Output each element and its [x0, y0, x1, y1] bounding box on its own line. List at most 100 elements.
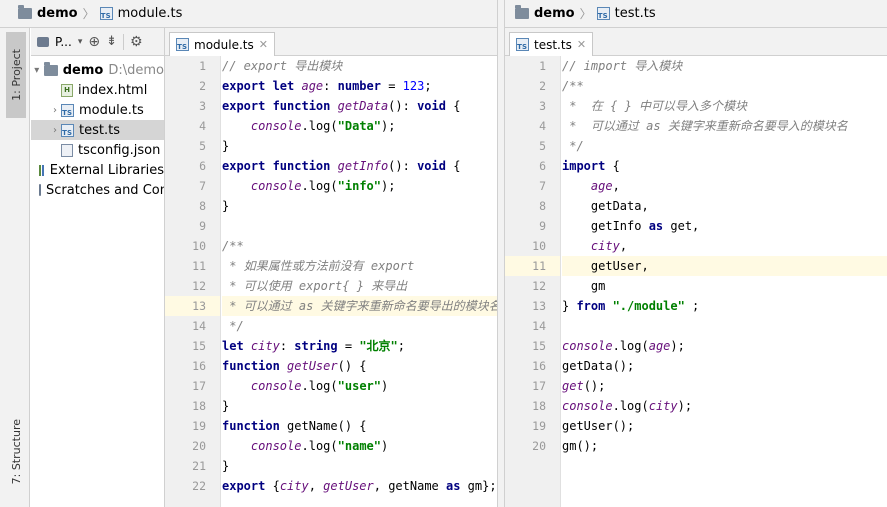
- code-line[interactable]: * 可以通过 as 关键字来重新命名要导入的模块名: [562, 116, 887, 136]
- line-number: 3: [199, 99, 206, 113]
- chevron-down-icon[interactable]: ▾: [31, 65, 42, 76]
- code-line[interactable]: console.log("user"): [222, 376, 497, 396]
- code-line[interactable]: function getUser() {: [222, 356, 497, 376]
- code-token: getInfo: [562, 219, 649, 233]
- code-line[interactable]: } from "./module" ;: [562, 296, 887, 316]
- code-line[interactable]: */: [562, 136, 887, 156]
- locate-target-icon[interactable]: ⊕: [88, 34, 100, 50]
- code-token: .: [301, 179, 309, 193]
- code-line[interactable]: [222, 216, 497, 236]
- code-token: * 在 { } 中可以导入多个模块: [562, 99, 748, 113]
- code-line[interactable]: /**: [222, 236, 497, 256]
- code-line[interactable]: gm();: [562, 436, 887, 456]
- library-icon: [39, 164, 45, 176]
- code-token: console: [562, 339, 613, 353]
- code-line[interactable]: console.log("name"): [222, 436, 497, 456]
- code-line[interactable]: console.log(city);: [562, 396, 887, 416]
- code-line[interactable]: export function getInfo(): void {: [222, 156, 497, 176]
- code-line[interactable]: * 在 { } 中可以导入多个模块: [562, 96, 887, 116]
- code-token: getUser: [323, 479, 374, 493]
- code-line[interactable]: * 可以使用 export{ } 来导出: [222, 276, 497, 296]
- code-line[interactable]: getInfo as get,: [562, 216, 887, 236]
- code-token: function: [222, 359, 288, 373]
- code-line[interactable]: import {: [562, 156, 887, 176]
- collapse-all-icon[interactable]: ⇟: [106, 34, 117, 49]
- chevron-right-icon[interactable]: ›: [49, 125, 61, 136]
- code-token: :: [279, 339, 295, 353]
- close-icon[interactable]: ✕: [577, 38, 586, 51]
- tree-external-libraries[interactable]: External Libraries: [31, 160, 164, 180]
- code-line[interactable]: /**: [562, 76, 887, 96]
- code-line[interactable]: }: [222, 456, 497, 476]
- code-line[interactable]: * 如果属性或方法前没有 export: [222, 256, 497, 276]
- close-icon[interactable]: ✕: [259, 38, 268, 51]
- code-line[interactable]: get();: [562, 376, 887, 396]
- gear-icon[interactable]: ⚙: [130, 34, 143, 50]
- editor-tab-module-ts[interactable]: TS module.ts ✕: [169, 32, 275, 56]
- code-token: (: [330, 439, 338, 453]
- code-token: );: [381, 179, 396, 193]
- code-line[interactable]: let city: string = "北京";: [222, 336, 497, 356]
- code-line[interactable]: }: [222, 196, 497, 216]
- code-line[interactable]: console.log(age);: [562, 336, 887, 356]
- line-number: 5: [539, 139, 546, 153]
- code-line[interactable]: * 可以通过 as 关键字来重新命名要导出的模块名: [222, 296, 497, 316]
- json-file-icon: [61, 143, 73, 157]
- code-line[interactable]: // import 导入模块: [562, 56, 887, 76]
- code-token: ): [381, 439, 389, 453]
- code-line[interactable]: // export 导出模块: [222, 56, 497, 76]
- tree-file-test-ts[interactable]: › TS test.ts: [31, 120, 164, 140]
- chevron-right-icon[interactable]: ›: [49, 105, 61, 116]
- tree-file-module-ts[interactable]: › TS module.ts: [31, 100, 164, 120]
- code-line[interactable]: console.log("Data");: [222, 116, 497, 136]
- code-line[interactable]: */: [222, 316, 497, 336]
- code-line[interactable]: getData();: [562, 356, 887, 376]
- left-editor-pane: TS module.ts ✕ 1 2 3 4 5 6 7 8 9 10 11 12 13 14 15 16 17…: [165, 28, 497, 507]
- code-token: log: [308, 119, 331, 133]
- code-line[interactable]: getUser();: [562, 416, 887, 436]
- tree-scratches-label: Scratches and Consoles: [46, 182, 164, 198]
- chevron-down-icon[interactable]: ▾: [78, 37, 83, 47]
- tree-root-path: D:\demo: [108, 62, 164, 78]
- code-line[interactable]: getData,: [562, 196, 887, 216]
- code-line[interactable]: gm: [562, 276, 887, 296]
- breadcrumb-file[interactable]: module.ts: [118, 6, 183, 21]
- code-token: /**: [562, 79, 584, 93]
- code-line[interactable]: }: [222, 136, 497, 156]
- code-area[interactable]: // export 导出模块 export let age: number = 1…: [222, 56, 497, 496]
- code-token: getUser: [562, 419, 613, 433]
- editor-tab-test-ts[interactable]: TS test.ts ✕: [509, 32, 594, 56]
- line-number: 20: [532, 439, 546, 453]
- code-line[interactable]: [562, 316, 887, 336]
- split-divider[interactable]: [497, 0, 505, 507]
- line-number: 4: [539, 119, 546, 133]
- code-line[interactable]: }: [222, 396, 497, 416]
- breadcrumb-project[interactable]: demo: [534, 6, 575, 21]
- code-token: gm: [562, 439, 577, 453]
- tree-file-index-html[interactable]: H index.html: [31, 80, 164, 100]
- code-line[interactable]: export function getData(): void {: [222, 96, 497, 116]
- code-line[interactable]: export {city, getUser, getName as gm};: [222, 476, 497, 496]
- tree-scratches[interactable]: Scratches and Consoles: [31, 180, 164, 200]
- tree-root-demo[interactable]: ▾ demo D:\demo: [31, 60, 164, 80]
- code-token: * 如果属性或方法前没有 export: [222, 259, 415, 273]
- project-view-selector[interactable]: P...: [55, 35, 72, 49]
- breadcrumb-project[interactable]: demo: [37, 6, 78, 21]
- code-area[interactable]: // import 导入模块 /** * 在 { } 中可以导入多个模块 * 可以…: [562, 56, 887, 456]
- code-line[interactable]: city,: [562, 236, 887, 256]
- code-token: city: [648, 399, 678, 413]
- code-line[interactable]: age,: [562, 176, 887, 196]
- line-number: 7: [199, 179, 206, 193]
- tree-file-tsconfig-json[interactable]: tsconfig.json: [31, 140, 164, 160]
- line-number-gutter: 1 2 3 4 5 6 7 8 9 10 11 12 13 14 15 16 17 18 19 20 21 22: [165, 56, 221, 507]
- project-tool-tab[interactable]: 1: Project: [6, 32, 26, 118]
- code-token: */: [222, 319, 244, 333]
- breadcrumb-file[interactable]: test.ts: [615, 6, 656, 21]
- code-line[interactable]: console.log("info");: [222, 176, 497, 196]
- code-line[interactable]: export let age: number = 123;: [222, 76, 497, 96]
- line-number: 18: [192, 399, 206, 413]
- structure-tool-tab[interactable]: 7: Structure: [6, 410, 26, 494]
- code-line[interactable]: function getName() {: [222, 416, 497, 436]
- code-token: gm: [562, 279, 606, 293]
- code-line[interactable]: getUser,: [562, 256, 887, 276]
